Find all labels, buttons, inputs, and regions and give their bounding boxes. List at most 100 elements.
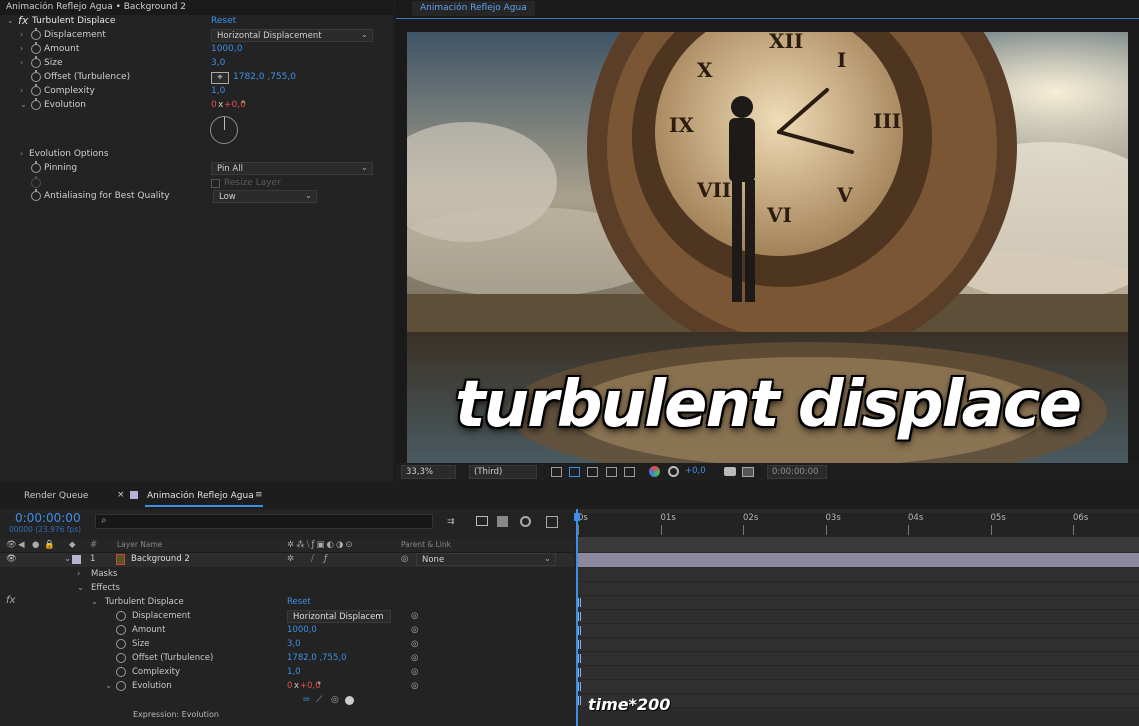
quality-switch-icon[interactable]: ⧸ bbox=[311, 554, 314, 564]
property-track[interactable] bbox=[576, 638, 1139, 652]
pickwhip-icon[interactable]: ◎ bbox=[401, 554, 408, 564]
stopwatch-icon[interactable] bbox=[31, 70, 41, 82]
expand-arrow-icon[interactable]: › bbox=[20, 58, 23, 67]
expand-arrow-icon[interactable]: › bbox=[20, 30, 23, 39]
property-track[interactable] bbox=[576, 624, 1139, 638]
collapse-arrow-icon[interactable]: ⌄ bbox=[105, 681, 112, 691]
layer-label-color[interactable] bbox=[72, 555, 81, 564]
pickwhip-icon[interactable]: ◎ bbox=[411, 639, 418, 649]
property-value[interactable]: 1,0 bbox=[287, 667, 301, 677]
time-ruler[interactable]: 0s 01s 02s 03s 04s 05s 06s bbox=[576, 513, 1139, 537]
keyframe-marker[interactable] bbox=[578, 696, 581, 705]
stopwatch-icon[interactable] bbox=[31, 189, 41, 201]
shy-switch-icon[interactable]: ✲ bbox=[287, 554, 294, 564]
stopwatch-icon[interactable] bbox=[116, 667, 126, 677]
expand-arrow-icon[interactable]: › bbox=[20, 86, 23, 95]
pickwhip-icon[interactable]: ◎ bbox=[411, 681, 418, 691]
stopwatch-icon[interactable] bbox=[31, 84, 41, 96]
tab-composition[interactable]: Animación Reflejo Agua bbox=[412, 1, 535, 16]
layer-name-header[interactable]: Layer Name bbox=[117, 540, 162, 549]
property-track[interactable] bbox=[576, 610, 1139, 624]
keyframe-marker[interactable] bbox=[578, 668, 581, 677]
resolution-dropdown[interactable]: (Third) bbox=[469, 465, 537, 479]
stopwatch-icon[interactable] bbox=[116, 653, 126, 663]
fx-icon[interactable]: fx bbox=[6, 595, 15, 606]
transparency-grid-icon[interactable] bbox=[569, 467, 580, 477]
expression-pickwhip-icon[interactable]: ◎ bbox=[331, 695, 339, 705]
composition-canvas[interactable]: XII I III V VI VII IX X turbulent displace bbox=[407, 32, 1128, 463]
zoom-dropdown[interactable]: 33,3% bbox=[401, 465, 456, 479]
property-value[interactable]: 3,0 bbox=[287, 639, 301, 649]
stopwatch-icon[interactable] bbox=[116, 611, 126, 621]
keyframe-marker[interactable] bbox=[578, 626, 581, 635]
turbulent-displace-row[interactable]: fx ⌄ Turbulent Displace Reset bbox=[0, 595, 574, 610]
collapse-arrow-icon[interactable]: ⌄ bbox=[91, 597, 98, 607]
layer-name[interactable]: Background 2 bbox=[131, 554, 190, 564]
expression-text[interactable]: time*200 bbox=[588, 695, 670, 714]
property-track[interactable] bbox=[576, 680, 1139, 694]
parent-dropdown[interactable]: None ⌄ bbox=[416, 553, 556, 566]
fx-icon[interactable]: fx bbox=[18, 14, 28, 27]
property-track[interactable] bbox=[576, 652, 1139, 666]
playhead-handle[interactable] bbox=[574, 513, 580, 521]
evolution-dial[interactable] bbox=[210, 116, 238, 144]
layer-search-input[interactable]: ⌕ bbox=[95, 514, 433, 529]
expand-arrow-icon[interactable]: › bbox=[77, 569, 80, 579]
evolution-revolutions[interactable]: 0 bbox=[287, 681, 292, 691]
stopwatch-icon[interactable] bbox=[31, 42, 41, 54]
pinning-dropdown[interactable]: Pin All ⌄ bbox=[211, 162, 373, 175]
layer-row[interactable]: 👁 ⌄ 1 Background 2 ✲ ⧸ ƒ ◎ None ⌄ bbox=[0, 553, 574, 567]
size-value[interactable]: 3,0 bbox=[211, 58, 225, 68]
keyframe-marker[interactable] bbox=[578, 598, 581, 607]
stopwatch-icon[interactable] bbox=[116, 681, 126, 691]
stopwatch-icon[interactable] bbox=[116, 639, 126, 649]
crosshair-icon[interactable]: ⌖ bbox=[211, 72, 229, 84]
exposure-value[interactable]: +0,0 bbox=[685, 466, 706, 476]
eye-icon[interactable]: 👁 bbox=[6, 554, 17, 564]
property-track[interactable] bbox=[576, 596, 1139, 610]
composition-mini-flowchart-icon[interactable]: ⇉ bbox=[447, 517, 455, 527]
property-track[interactable] bbox=[576, 666, 1139, 680]
mask-visibility-icon[interactable] bbox=[587, 467, 598, 477]
tab-comp-timeline[interactable]: Animación Reflejo Agua bbox=[147, 491, 254, 501]
stopwatch-icon[interactable] bbox=[31, 56, 41, 68]
effect-row[interactable]: ⌄ fx Turbulent Displace Reset bbox=[0, 14, 393, 29]
displacement-dropdown[interactable]: Horizontal Displacem bbox=[287, 610, 391, 623]
reset-link[interactable]: Reset bbox=[287, 597, 311, 607]
expression-language-menu-icon[interactable] bbox=[345, 696, 354, 705]
snapshot-region-icon[interactable] bbox=[551, 467, 562, 477]
pickwhip-icon[interactable]: ◎ bbox=[411, 611, 418, 621]
pickwhip-icon[interactable]: ◎ bbox=[411, 667, 418, 677]
collapse-arrow-icon[interactable]: ⌄ bbox=[77, 583, 84, 593]
pickwhip-icon[interactable]: ◎ bbox=[411, 653, 418, 663]
collapse-arrow-icon[interactable]: ⌄ bbox=[20, 100, 27, 109]
expand-arrow-icon[interactable]: › bbox=[20, 149, 23, 158]
collapse-arrow-icon[interactable]: ⌄ bbox=[7, 16, 14, 25]
tab-render-queue[interactable]: Render Queue bbox=[24, 491, 88, 501]
safe-margins-icon[interactable] bbox=[624, 467, 635, 477]
reset-link[interactable]: Reset bbox=[211, 16, 236, 26]
layer-duration-bar[interactable] bbox=[576, 553, 1139, 567]
expression-graph-icon[interactable]: ⟋ bbox=[316, 695, 322, 705]
motion-blur-icon[interactable] bbox=[520, 516, 531, 527]
color-channels-icon[interactable] bbox=[649, 466, 660, 477]
collapse-arrow-icon[interactable]: ⌄ bbox=[64, 554, 71, 564]
current-time[interactable]: 0:00:00:00 bbox=[15, 511, 81, 525]
offset-value[interactable]: 1782,0 ,755,0 bbox=[233, 72, 296, 82]
current-time-indicator[interactable] bbox=[576, 509, 578, 726]
evolution-revolutions[interactable]: 0 bbox=[211, 100, 217, 110]
keyframe-marker[interactable] bbox=[578, 654, 581, 663]
timecode-field[interactable]: 0:00:00:00 bbox=[767, 465, 827, 479]
keyframe-marker[interactable] bbox=[578, 682, 581, 691]
show-snapshot-icon[interactable] bbox=[742, 467, 754, 477]
property-value[interactable]: 1000,0 bbox=[287, 625, 317, 635]
masks-row[interactable]: › Masks bbox=[0, 568, 574, 582]
amount-value[interactable]: 1000,0 bbox=[211, 44, 243, 54]
property-track[interactable] bbox=[576, 568, 1139, 582]
frame-blending-icon[interactable] bbox=[497, 516, 508, 527]
stopwatch-icon[interactable] bbox=[116, 625, 126, 635]
exposure-icon[interactable] bbox=[668, 466, 679, 477]
antialiasing-dropdown[interactable]: Low ⌄ bbox=[213, 190, 317, 203]
effects-row[interactable]: ⌄ Effects bbox=[0, 582, 574, 596]
graph-editor-icon[interactable] bbox=[546, 516, 558, 528]
